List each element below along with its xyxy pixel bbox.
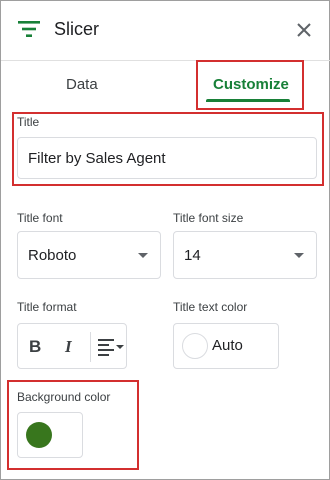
tab-bar: Data Customize	[1, 61, 330, 111]
panel-title: Slicer	[54, 19, 100, 39]
tab-data[interactable]: Data	[66, 76, 98, 93]
align-icon[interactable]	[98, 338, 124, 356]
title-text-color-button[interactable]: Auto	[173, 323, 279, 369]
title-format-label: Title format	[17, 300, 77, 314]
title-font-size-label: Title font size	[173, 211, 244, 225]
title-font-size-select[interactable]: 14	[173, 231, 317, 279]
slicer-panel: Slicer Data Customize Title Filter by Sa…	[0, 0, 330, 480]
title-font-select[interactable]: Roboto	[17, 231, 161, 279]
tab-customize[interactable]: Customize	[213, 76, 289, 93]
toolbar-divider	[90, 332, 91, 362]
background-color-button[interactable]	[17, 412, 83, 458]
title-format-toolbar: B I	[17, 323, 127, 369]
title-font-label: Title font	[17, 211, 63, 225]
title-font-value: Roboto	[28, 247, 77, 264]
active-tab-indicator	[206, 99, 290, 102]
title-font-size-value: 14	[184, 247, 201, 264]
title-input[interactable]: Filter by Sales Agent	[17, 137, 317, 179]
filter-icon	[18, 21, 40, 37]
title-text-color-label: Title text color	[173, 300, 248, 314]
close-icon[interactable]	[295, 21, 313, 39]
title-text-color-swatch	[182, 333, 208, 359]
chevron-down-icon	[294, 253, 304, 258]
panel-header: Slicer	[1, 1, 330, 61]
background-color-label: Background color	[17, 390, 111, 404]
chevron-down-icon	[138, 253, 148, 258]
background-color-swatch	[26, 422, 52, 448]
bold-button[interactable]: B	[29, 337, 41, 357]
italic-button[interactable]: I	[65, 337, 72, 357]
title-text-color-value: Auto	[212, 337, 243, 354]
title-label: Title	[17, 115, 40, 129]
